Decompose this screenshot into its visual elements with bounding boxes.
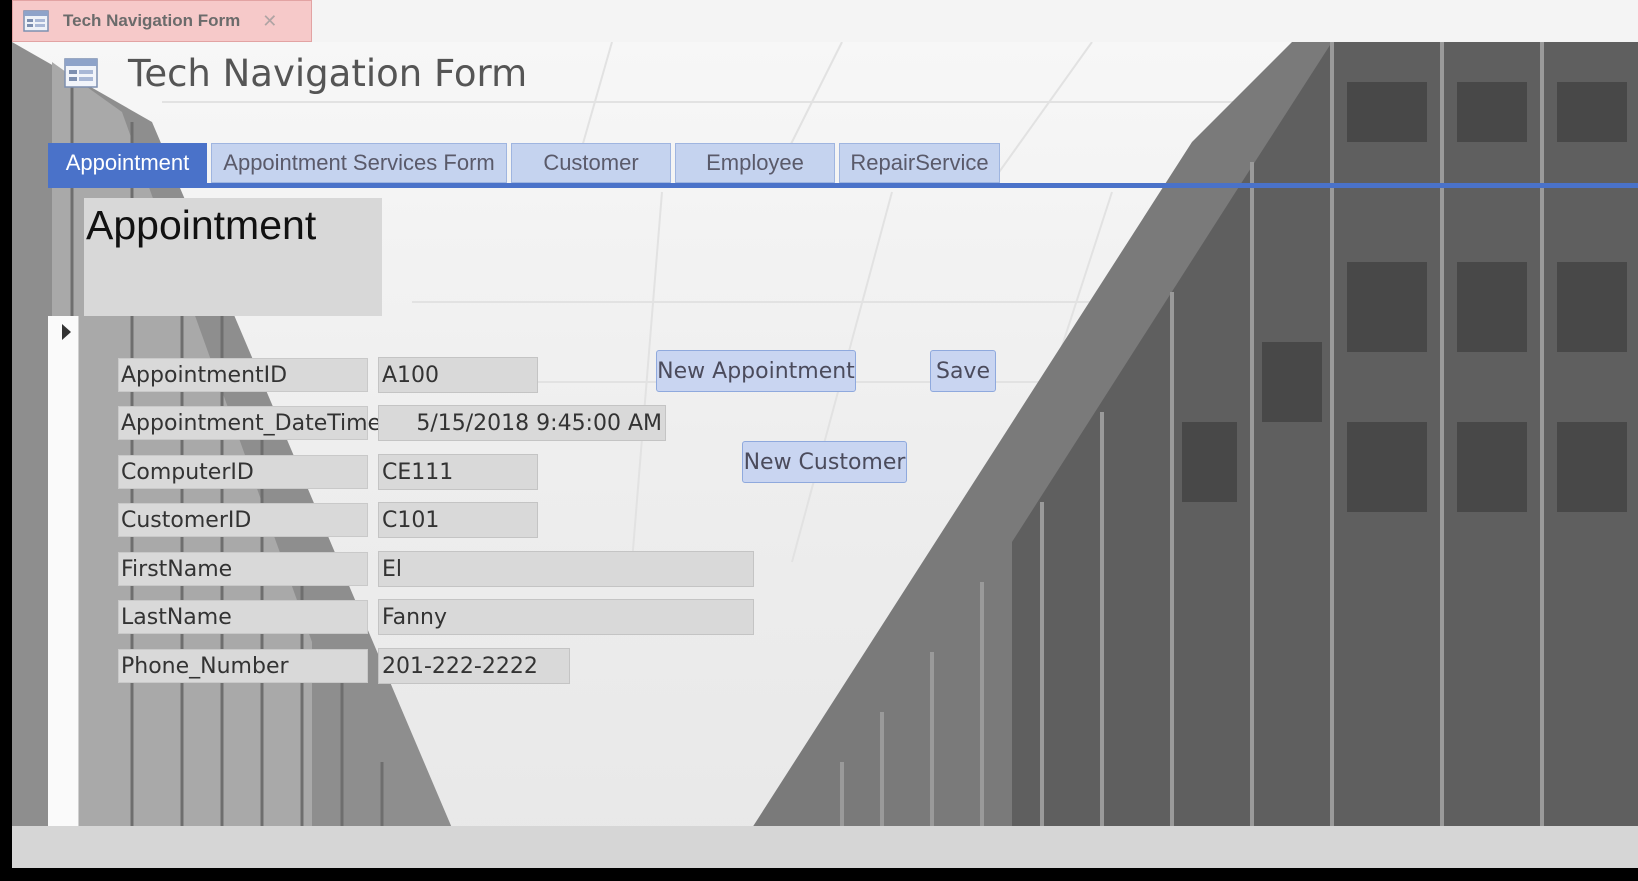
tab-repairservice[interactable]: RepairService	[839, 143, 1000, 183]
appointmentid-field[interactable]: A100	[378, 357, 538, 393]
field-label-firstname: FirstName	[118, 552, 368, 586]
status-strip	[12, 826, 1638, 868]
page-title: Tech Navigation Form	[128, 52, 528, 95]
form-icon	[64, 58, 98, 88]
bottom-border	[0, 868, 1638, 881]
document-tab-label: Tech Navigation Form	[63, 11, 241, 30]
phone-number-field[interactable]: 201-222-2222	[378, 648, 570, 684]
field-label-phone-number: Phone_Number	[118, 649, 368, 683]
tab-employee[interactable]: Employee	[675, 143, 835, 183]
field-label-customerid: CustomerID	[118, 503, 368, 537]
record-selector[interactable]	[48, 316, 79, 828]
document-tab[interactable]: Tech Navigation Form ✕	[12, 0, 312, 42]
new-appointment-button[interactable]: New Appointment	[656, 350, 856, 392]
computerid-field[interactable]: CE111	[378, 454, 538, 490]
field-label-appointment-datetime: Appointment_DateTime	[118, 406, 381, 440]
screenshot-frame: Tech Navigation Form ✕ Tech Navigation F…	[0, 0, 1638, 881]
access-window: Tech Navigation Form ✕ Tech Navigation F…	[12, 0, 1638, 868]
firstname-field[interactable]: El	[378, 551, 754, 587]
tab-customer[interactable]: Customer	[511, 143, 671, 183]
field-label-computerid: ComputerID	[118, 455, 368, 489]
tab-appointment-services-form[interactable]: Appointment Services Form	[211, 143, 507, 183]
field-label-appointmentid: AppointmentID	[118, 358, 368, 392]
form-icon	[23, 10, 49, 32]
save-button[interactable]: Save	[930, 350, 996, 392]
appointment-datetime-field[interactable]: 5/15/2018 9:45:00 AM	[378, 405, 666, 441]
new-customer-button[interactable]: New Customer	[742, 441, 907, 483]
document-tab-strip: Tech Navigation Form ✕	[12, 0, 1638, 43]
navigation-tabs: Appointment Appointment Services Form Cu…	[48, 143, 1638, 190]
lastname-field[interactable]: Fanny	[378, 599, 754, 635]
current-record-arrow-icon	[62, 324, 71, 340]
field-label-lastname: LastName	[118, 600, 368, 634]
customerid-field[interactable]: C101	[378, 502, 538, 538]
close-icon[interactable]: ✕	[262, 11, 277, 32]
tab-appointment[interactable]: Appointment	[48, 143, 207, 183]
subform-title: Appointment	[86, 202, 317, 248]
